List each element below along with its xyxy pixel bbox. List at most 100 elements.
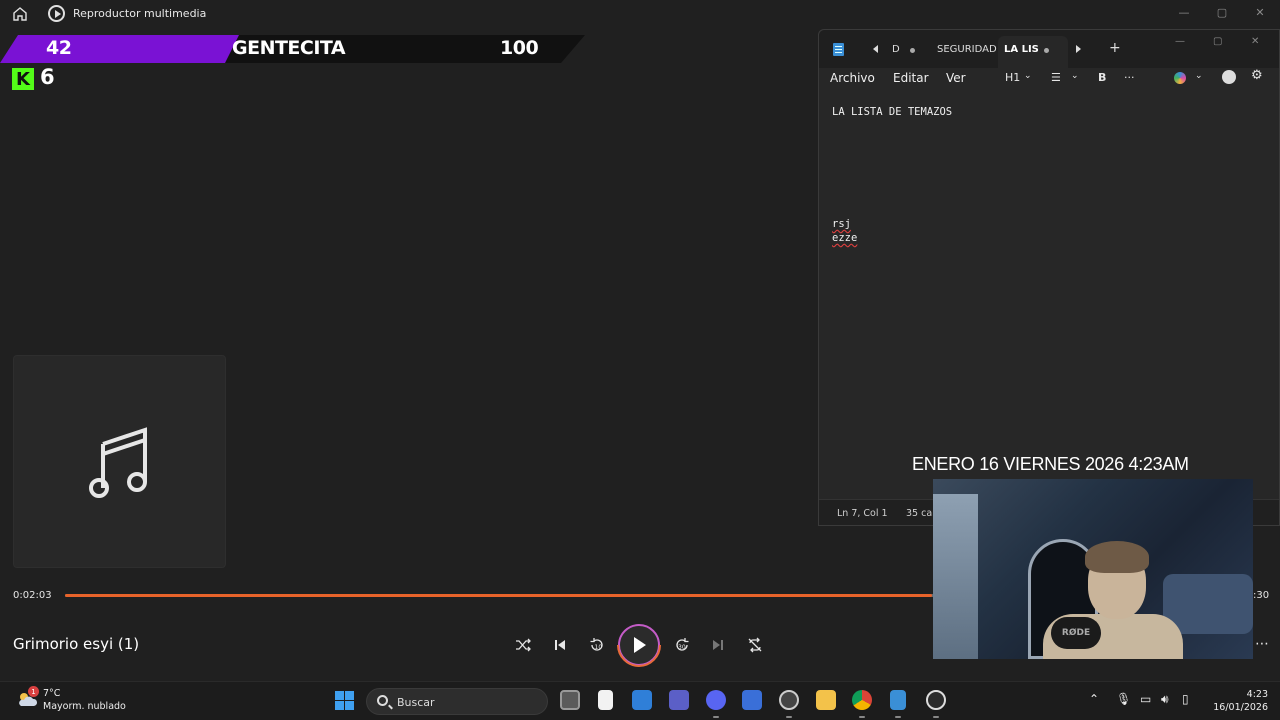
- tab-seguridad[interactable]: SEGURIDAD: [937, 44, 997, 55]
- settings-gear-icon[interactable]: ⚙: [1251, 68, 1263, 83]
- webcam-overlay: RØDE: [933, 479, 1253, 659]
- account-avatar-icon[interactable]: [1222, 70, 1236, 84]
- notepad-app-icon: [833, 43, 844, 56]
- show-hidden-icons-chevron-icon[interactable]: ⌃: [1089, 692, 1099, 706]
- maximize-button[interactable]: ▢: [1215, 6, 1229, 19]
- np-close-button[interactable]: ✕: [1251, 36, 1259, 47]
- weather-temperature[interactable]: 7°C: [43, 688, 60, 699]
- scroll-tabs-left-icon[interactable]: [873, 45, 878, 53]
- tab-la-lista-unsaved-dot: [1044, 48, 1049, 53]
- media-player-app-icon: [48, 5, 65, 22]
- webcam-microphone: RØDE: [1051, 617, 1101, 649]
- more-options-button[interactable]: ⋯: [1255, 636, 1269, 652]
- window-title: Reproductor multimedia: [73, 7, 207, 20]
- shuffle-icon: [516, 638, 531, 652]
- np-maximize-button[interactable]: ▢: [1213, 36, 1222, 47]
- folder-icon[interactable]: [816, 690, 836, 710]
- taskbar-search-box[interactable]: Buscar: [366, 688, 548, 715]
- play-button[interactable]: [618, 624, 660, 666]
- previous-track-icon: [555, 640, 565, 650]
- copilot-icon[interactable]: [1174, 72, 1186, 84]
- notepad-window: D SEGURIDAD LA LIS + — ▢ ✕ Archivo Edita…: [818, 29, 1280, 526]
- chrome-running-indicator: [859, 716, 865, 718]
- media-player-running-indicator: [933, 716, 939, 718]
- next-track-icon: [713, 640, 723, 650]
- network-icon[interactable]: ▭: [1140, 692, 1151, 706]
- notepad-taskbar-icon[interactable]: [890, 690, 906, 710]
- heading-dropdown[interactable]: H1: [1005, 71, 1020, 84]
- start-logo-tile: [335, 701, 344, 710]
- scroll-tabs-right-icon[interactable]: [1076, 45, 1081, 53]
- overlay-purple-segment: [0, 35, 240, 63]
- store-icon[interactable]: [742, 690, 762, 710]
- start-logo-tile: [345, 691, 354, 700]
- battery-icon[interactable]: ▯: [1182, 692, 1189, 706]
- microphone-icon[interactable]: 🎙︎: [1116, 692, 1131, 706]
- minimize-button[interactable]: —: [1177, 6, 1191, 19]
- repeat-button[interactable]: [746, 636, 764, 654]
- content-line-1: LA LISTA DE TEMAZOS: [832, 106, 953, 118]
- media-player-taskbar-icon[interactable]: [926, 690, 946, 710]
- file-explorer-doc-icon[interactable]: [598, 690, 613, 710]
- stream-overlay-bar: 42 GENTECITA 100: [0, 35, 585, 63]
- track-title: Grimorio esyi (1): [13, 635, 140, 653]
- overlay-right-number: 100: [500, 37, 539, 59]
- close-button[interactable]: ✕: [1253, 6, 1267, 19]
- steam-icon[interactable]: [779, 690, 799, 710]
- volume-icon[interactable]: 🔊︎: [1161, 692, 1169, 707]
- webcam-shelf: [933, 494, 978, 659]
- character-count: 35 car: [906, 508, 937, 519]
- search-placeholder: Buscar: [397, 696, 435, 709]
- play-icon: [634, 637, 646, 653]
- start-button[interactable]: [335, 691, 354, 710]
- teams-icon[interactable]: [669, 690, 689, 710]
- heading-chevron-icon[interactable]: ⌄: [1024, 71, 1032, 81]
- start-logo-tile: [335, 691, 344, 700]
- seek-bar-fill: [65, 594, 933, 597]
- webcam-person-hair: [1085, 541, 1149, 573]
- forward-30-button[interactable]: 30: [673, 636, 691, 654]
- weather-condition[interactable]: Mayorm. nublado: [43, 701, 126, 712]
- tab-d[interactable]: D: [892, 44, 900, 55]
- chrome-icon[interactable]: [852, 690, 872, 710]
- np-minimize-button[interactable]: —: [1175, 36, 1185, 47]
- bold-button[interactable]: B: [1098, 71, 1106, 84]
- more-tools-button[interactable]: ···: [1124, 71, 1135, 84]
- cursor-position: Ln 7, Col 1: [837, 508, 888, 519]
- discord-icon[interactable]: [706, 690, 726, 710]
- notepad-tab-strip: D SEGURIDAD LA LIS + — ▢ ✕: [819, 30, 1279, 68]
- menu-archivo[interactable]: Archivo: [830, 71, 875, 85]
- taskbar: 1 7°C Mayorm. nublado Buscar ⌃ 🎙︎ ▭ 🔊︎ ▯…: [0, 681, 1280, 720]
- tab-la-lista[interactable]: LA LIS: [1004, 44, 1039, 55]
- clock-time: 4:23: [1246, 689, 1268, 700]
- mail-icon[interactable]: [632, 690, 652, 710]
- notepad-text-area[interactable]: LA LISTA DE TEMAZOS rsj ezze: [832, 105, 952, 245]
- list-chevron-icon[interactable]: ⌄: [1071, 71, 1079, 81]
- overlay-left-number: 42: [46, 37, 72, 59]
- menu-editar[interactable]: Editar: [893, 71, 929, 85]
- shuffle-button[interactable]: [514, 636, 532, 654]
- svg-text:30: 30: [678, 644, 686, 651]
- previous-button[interactable]: [551, 636, 569, 654]
- home-icon[interactable]: [12, 6, 28, 22]
- next-button[interactable]: [709, 636, 727, 654]
- task-view-icon[interactable]: [560, 690, 580, 710]
- overlay-center-label: GENTECITA: [232, 37, 346, 59]
- repeat-off-icon: [748, 637, 762, 653]
- menu-ver[interactable]: Ver: [946, 71, 966, 85]
- music-note-icon: [89, 427, 147, 498]
- remaining-time: :30: [1253, 590, 1270, 601]
- taskbar-clock[interactable]: 4:23 16/01/2026: [1208, 688, 1268, 714]
- rewind-10-button[interactable]: 10: [588, 636, 606, 654]
- content-line-3: ezze: [832, 232, 858, 244]
- new-tab-button[interactable]: +: [1109, 40, 1121, 56]
- copilot-chevron-icon[interactable]: ⌄: [1195, 71, 1203, 81]
- clock-date: 16/01/2026: [1213, 702, 1268, 713]
- search-icon: [377, 695, 388, 706]
- kick-viewer-count: 6: [40, 65, 55, 89]
- date-overlay-text: ENERO 16 VIERNES 2026 4:23AM: [912, 454, 1189, 474]
- list-icon[interactable]: ☰: [1051, 71, 1061, 84]
- content-line-2: rsj: [832, 218, 851, 230]
- svg-text:10: 10: [595, 644, 603, 651]
- rewind-10-icon: 10: [590, 638, 603, 651]
